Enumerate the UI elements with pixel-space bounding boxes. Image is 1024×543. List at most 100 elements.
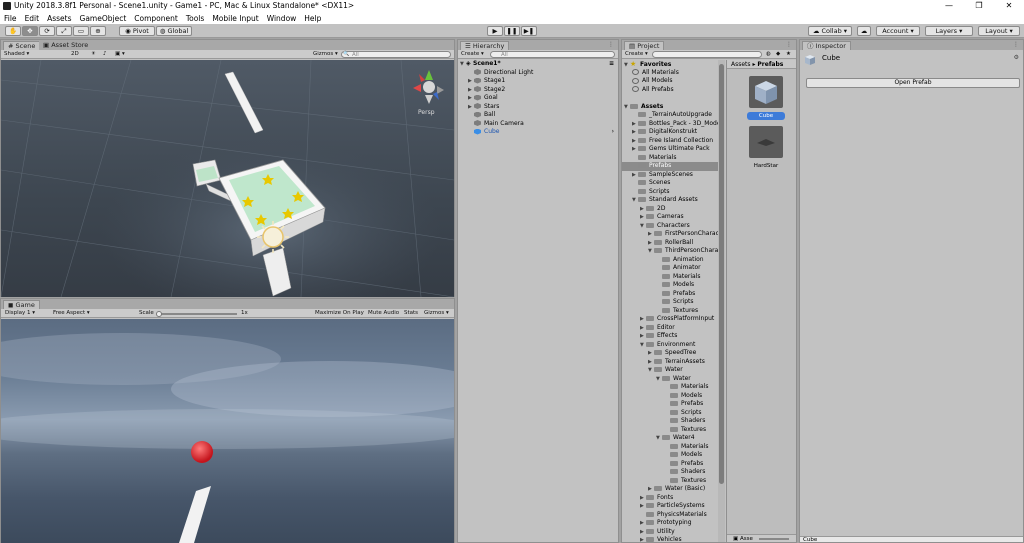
- orientation-gizmo[interactable]: [413, 70, 444, 104]
- scene-search-input[interactable]: All: [341, 51, 451, 58]
- layers-dropdown[interactable]: Layers ▾: [925, 26, 973, 36]
- menu-window[interactable]: Window: [267, 14, 297, 23]
- account-dropdown[interactable]: Account ▾: [876, 26, 920, 36]
- inspector-settings-icon[interactable]: ⚙: [1014, 54, 1019, 61]
- hierarchy-item[interactable]: ▶ Goal: [458, 94, 618, 103]
- gizmos-dropdown[interactable]: Gizmos ▾: [313, 51, 338, 58]
- folder-row[interactable]: Materials: [622, 443, 725, 452]
- hierarchy-item[interactable]: ▶ Stage1: [458, 77, 618, 86]
- hierarchy-item[interactable]: Cube ›: [458, 128, 618, 137]
- project-tree-scrollbar[interactable]: [718, 60, 725, 542]
- mute-audio-toggle[interactable]: Mute Audio: [368, 310, 399, 317]
- folder-row[interactable]: ▼ Water: [622, 366, 725, 375]
- folder-row[interactable]: ▶ Gems Ultimate Pack: [622, 145, 725, 154]
- play-button[interactable]: ▶: [487, 26, 503, 36]
- maximize-on-play-toggle[interactable]: Maximize On Play: [315, 310, 364, 317]
- hand-tool-icon[interactable]: ✋: [5, 26, 21, 36]
- folder-row[interactable]: ▶ Prototyping: [622, 519, 725, 528]
- folder-row[interactable]: ▶ ParticleSystems: [622, 502, 725, 511]
- folder-row[interactable]: ▶ DigitalKonstrukt: [622, 128, 725, 137]
- project-create-dropdown[interactable]: Create ▾: [625, 51, 648, 58]
- asset-hardstar[interactable]: HardStar: [747, 126, 785, 170]
- folder-row[interactable]: Textures: [622, 426, 725, 435]
- search-by-type-icon[interactable]: ◍: [766, 51, 771, 58]
- scene-menu-icon[interactable]: ≡: [609, 60, 614, 69]
- expand-arrow-icon[interactable]: ▶: [468, 94, 474, 103]
- folder-row[interactable]: ▶ TerrainAssets: [622, 358, 725, 367]
- scale-slider-handle[interactable]: [156, 311, 162, 317]
- panel-menu-icon[interactable]: ⋮: [786, 41, 792, 48]
- folder-row[interactable]: ▶ Bottles_Pack - 3D_Model: [622, 120, 725, 129]
- folder-row[interactable]: Shaders: [622, 417, 725, 426]
- maximize-button[interactable]: ❐: [964, 0, 994, 12]
- menu-component[interactable]: Component: [134, 14, 178, 23]
- menu-mobile-input[interactable]: Mobile Input: [212, 14, 258, 23]
- rect-tool-icon[interactable]: ▭: [73, 26, 89, 36]
- collab-dropdown[interactable]: ☁ Collab ▾: [808, 26, 852, 36]
- aspect-dropdown[interactable]: Free Aspect ▾: [53, 310, 90, 317]
- rotate-tool-icon[interactable]: ⟳: [39, 26, 55, 36]
- folder-row[interactable]: ▼ ThirdPersonCharacter: [622, 247, 725, 256]
- tab-hierarchy[interactable]: ☰ Hierarchy: [460, 41, 510, 50]
- audio-icon[interactable]: ♪: [103, 51, 107, 58]
- game-viewport[interactable]: [1, 319, 454, 543]
- folder-row[interactable]: Prefabs: [622, 400, 725, 409]
- folder-row[interactable]: Prefabs: [622, 460, 725, 469]
- folder-row[interactable]: ▼ Characters: [622, 222, 725, 231]
- hierarchy-search-input[interactable]: All: [490, 51, 615, 58]
- favorites-header[interactable]: ▼ ★ Favorites: [622, 60, 725, 69]
- asset-cube[interactable]: Cube: [747, 76, 785, 120]
- scrollbar-thumb[interactable]: [719, 64, 724, 484]
- folder-row[interactable]: Scripts: [622, 298, 725, 307]
- tab-game[interactable]: ◼ Game: [3, 300, 40, 309]
- cloud-icon[interactable]: ☁: [857, 26, 871, 36]
- expand-arrow-icon[interactable]: ▶: [468, 103, 474, 112]
- folder-row[interactable]: Materials: [622, 273, 725, 282]
- minimize-button[interactable]: —: [934, 0, 964, 12]
- project-search-input[interactable]: [652, 51, 762, 58]
- folder-row[interactable]: Materials: [622, 383, 725, 392]
- folder-row[interactable]: Animation: [622, 256, 725, 265]
- global-toggle[interactable]: ◍ Global: [156, 26, 192, 36]
- folder-row[interactable]: ▼ Environment: [622, 341, 725, 350]
- display-dropdown[interactable]: Display 1 ▾: [5, 310, 35, 317]
- folder-row[interactable]: ▶ SpeedTree: [622, 349, 725, 358]
- pivot-toggle[interactable]: ◉ Pivot: [119, 26, 155, 36]
- hierarchy-item[interactable]: Main Camera: [458, 120, 618, 129]
- icon-size-slider[interactable]: [759, 538, 789, 540]
- folder-row[interactable]: ▼ Water: [622, 375, 725, 384]
- expand-arrow-icon[interactable]: ▶: [468, 77, 474, 86]
- folder-row[interactable]: Textures: [622, 477, 725, 486]
- breadcrumb-prefabs[interactable]: Prefabs: [757, 61, 783, 68]
- tab-asset-store[interactable]: ▣ Asset Store: [39, 41, 93, 50]
- folder-row[interactable]: Scripts: [622, 409, 725, 418]
- hierarchy-item[interactable]: ▶ Stage2: [458, 86, 618, 95]
- folder-row[interactable]: Prefabs: [622, 290, 725, 299]
- folder-row[interactable]: Prefabs: [622, 162, 725, 171]
- hierarchy-item[interactable]: Directional Light: [458, 69, 618, 78]
- folder-row[interactable]: ▼ Standard Assets: [622, 196, 725, 205]
- folder-row[interactable]: ▼ Water4: [622, 434, 725, 443]
- folder-row[interactable]: ▶ Editor: [622, 324, 725, 333]
- tab-project[interactable]: ▤ Project: [624, 41, 665, 50]
- folder-row[interactable]: Materials: [622, 154, 725, 163]
- move-tool-icon[interactable]: ✥: [22, 26, 38, 36]
- folder-row[interactable]: Shaders: [622, 468, 725, 477]
- folder-row[interactable]: Textures: [622, 307, 725, 316]
- folder-row[interactable]: ▶ Vehicles: [622, 536, 725, 542]
- tab-scene[interactable]: # Scene: [3, 41, 41, 50]
- step-button[interactable]: ▶❚: [521, 26, 537, 36]
- folder-row[interactable]: ▶ Fonts: [622, 494, 725, 503]
- scene-viewport[interactable]: Persp: [1, 60, 454, 297]
- folder-row[interactable]: ▶ RollerBall: [622, 239, 725, 248]
- folder-row[interactable]: ▶ 2D: [622, 205, 725, 214]
- favorite-item[interactable]: All Prefabs: [622, 86, 725, 95]
- pause-button[interactable]: ❚❚: [504, 26, 520, 36]
- scene-root-row[interactable]: ▼ ◈ Scene1* ≡: [458, 60, 618, 69]
- folder-row[interactable]: Models: [622, 281, 725, 290]
- favorites-star-icon[interactable]: ★: [786, 51, 791, 58]
- menu-help[interactable]: Help: [304, 14, 321, 23]
- hierarchy-create-dropdown[interactable]: Create ▾: [461, 51, 484, 58]
- breadcrumb-assets[interactable]: Assets: [731, 61, 751, 68]
- effects-icon[interactable]: ▣ ▾: [115, 51, 125, 58]
